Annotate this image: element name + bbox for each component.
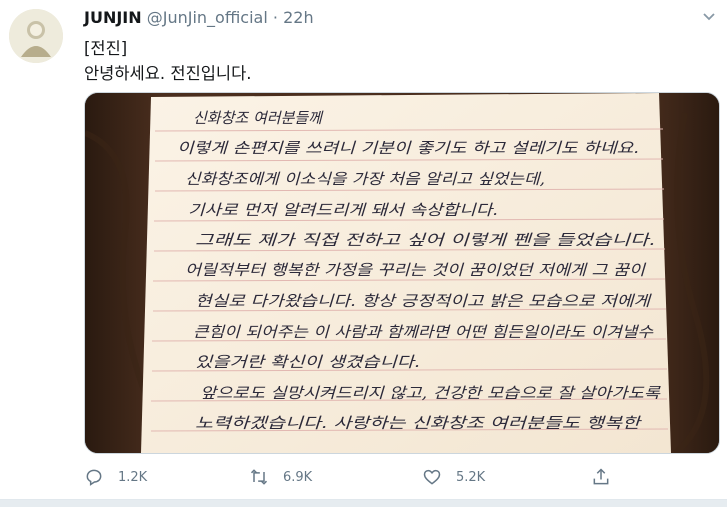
- reply-count: 1.2K: [118, 469, 148, 485]
- share-button[interactable]: [591, 466, 611, 488]
- reply-button[interactable]: 1.2K: [84, 466, 147, 488]
- retweet-icon: [250, 469, 268, 485]
- tweet-text-line: [전진]: [84, 39, 128, 58]
- heart-icon: [423, 469, 441, 485]
- share-icon: [593, 468, 609, 485]
- timestamp[interactable]: 22h: [283, 8, 314, 27]
- tweet-text-line: 안녕하세요. 전진입니다.: [84, 64, 252, 83]
- letter-line: 이렇게 손편지를 쓰려니 기분이 좋기도 하고 설레기도 하네요.: [177, 139, 639, 157]
- separator-dot: ·: [272, 8, 278, 27]
- tweet[interactable]: JUNJIN @JunJin_official · 22h [전진] 안녕하세요…: [0, 0, 727, 507]
- letter-line: 큰힘이 되어주는 이 사람과 함께라면 어떤 힘든일이라도 이겨낼수: [193, 323, 654, 341]
- letter-line: 기사로 먼저 알려드리게 돼서 속상합니다.: [188, 201, 498, 219]
- letter-line: 노력하겠습니다. 사랑하는 신화창조 여러분들도 행복한: [195, 414, 643, 432]
- retweet-button[interactable]: 6.9K: [249, 466, 312, 488]
- letter-line: 신화창조 여러분들께: [193, 109, 324, 127]
- like-button[interactable]: 5.2K: [422, 466, 485, 488]
- avatar[interactable]: [9, 9, 63, 63]
- chevron-down-icon[interactable]: [701, 8, 717, 28]
- tweet-actions: 1.2K 6.9K 5.2K: [84, 466, 624, 488]
- retweet-count: 6.9K: [283, 469, 313, 485]
- display-name[interactable]: JUNJIN: [84, 8, 142, 27]
- letter-line: 현실로 다가왔습니다. 항상 긍정적이고 밝은 모습으로 저에게: [195, 292, 653, 310]
- letter-line: 신화창조에게 이소식을 가장 처음 알리고 싶었는데,: [185, 170, 545, 188]
- letter-line: 있을거란 확신이 생겼습니다.: [195, 353, 420, 371]
- tweet-header: JUNJIN @JunJin_official · 22h: [84, 8, 314, 27]
- letter-line: 그래도 제가 직접 전하고 싶어 이렇게 펜을 들었습니다.: [195, 231, 655, 249]
- like-count: 5.2K: [456, 469, 486, 485]
- tweet-media-photo[interactable]: 신화창조 여러분들께 이렇게 손편지를 쓰려니 기분이 좋기도 하고 설레기도 …: [84, 92, 720, 454]
- letter-line: 앞으로도 실망시켜드리지 않고, 건강한 모습으로 잘 살아가도록: [200, 384, 661, 402]
- letter-line: 어릴적부터 행복한 가정을 꾸리는 것이 꿈이었던 저에게 그 꿈이: [185, 261, 646, 279]
- user-handle[interactable]: @JunJin_official: [147, 8, 268, 27]
- reply-icon: [86, 469, 102, 486]
